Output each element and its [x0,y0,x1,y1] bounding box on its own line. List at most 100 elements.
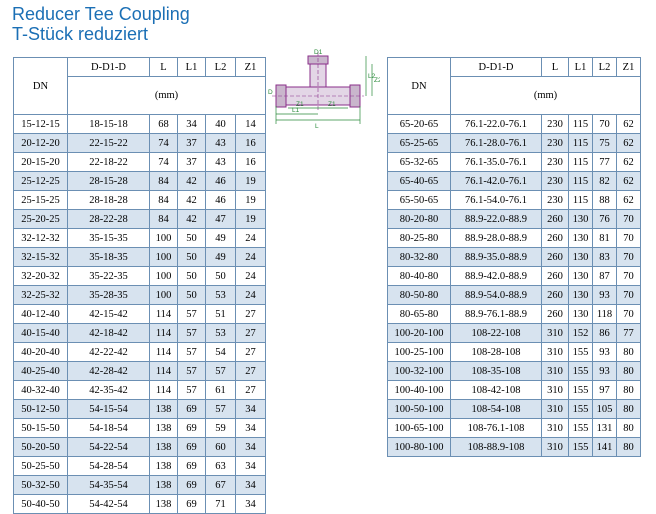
table-cell: 69 [177,399,206,419]
table-cell: 62 [616,190,641,210]
table-cell: 230 [541,133,569,153]
table-cell: 76.1-42.0-76.1 [450,171,542,191]
table-cell: 155 [568,437,593,457]
table-row: 65-32-65 76.1-35.0-76.1 230 115 77 62 [387,152,641,172]
table-cell: 76.1-35.0-76.1 [450,152,542,172]
table-row: 50-15-50 54-18-54 138 69 59 34 [13,418,266,438]
table-cell: 230 [541,114,569,134]
table-cell: 93 [592,285,617,305]
table-cell: 80 [616,380,641,400]
table-cell: 61 [205,380,236,400]
table-cell: 100-32-100 [387,361,451,381]
table-cell: 34 [235,418,266,438]
table-cell: 24 [235,228,266,248]
table-cell: 27 [235,304,266,324]
table-cell: 69 [177,418,206,438]
table-cell: 310 [541,399,569,419]
table-cell: 138 [149,418,178,438]
table-row: 40-25-40 42-28-42 114 57 57 27 [13,361,266,381]
table-row: 32-15-32 35-18-35 100 50 49 24 [13,247,266,267]
table-row: 80-65-80 88.9-76.1-88.9 260 130 118 70 [387,304,641,324]
table-cell: 57 [177,380,206,400]
table-cell: 65-20-65 [387,114,451,134]
table-cell: 46 [205,190,236,210]
table-cell: 68 [149,114,178,134]
table-cell: 57 [205,361,236,381]
table-cell: 18-15-18 [67,114,150,134]
table-cell: 46 [205,171,236,191]
table-cell: 49 [205,228,236,248]
table-cell: 82 [592,171,617,191]
table-cell: 50-32-50 [13,475,68,495]
table-cell: 27 [235,342,266,362]
header-z1: Z1 [235,57,266,77]
table-cell: 87 [592,266,617,286]
table-cell: 130 [568,285,593,305]
table-cell: 84 [149,209,178,229]
table-cell: 88.9-54.0-88.9 [450,285,542,305]
table-cell: 43 [205,152,236,172]
header-d-d1-d: D-D1-D [450,57,542,77]
table-cell: 67 [205,475,236,495]
tee-fitting-shape [272,52,364,110]
table-row: 100-80-100 108-88.9-108 310 155 141 80 [387,437,641,457]
table-row: 40-32-40 42-35-42 114 57 61 27 [13,380,266,400]
table-cell: 69 [177,475,206,495]
table-cell: 138 [149,475,178,495]
table-cell: 230 [541,190,569,210]
table-cell: 54-15-54 [67,399,150,419]
table-cell: 77 [616,323,641,343]
product-title-de: T-Stück reduziert [12,24,149,44]
table-cell: 34 [235,437,266,457]
tee-drawing-svg: D1 L2 Z2 Z1 Z1 L1 L D [268,49,382,130]
table-cell: 86 [592,323,617,343]
table-cell: 310 [541,323,569,343]
table-cell: 20-15-20 [13,152,68,172]
table-cell: 230 [541,152,569,172]
table-row: 80-32-80 88.9-35.0-88.9 260 130 83 70 [387,247,641,267]
table-cell: 16 [235,152,266,172]
table-cell: 63 [205,456,236,476]
product-title-en: Reducer Tee Coupling [12,4,190,24]
table-cell: 32-15-32 [13,247,68,267]
table-row: 100-32-100 108-35-108 310 155 93 80 [387,361,641,381]
spec-table-left: DN D-D1-D L L1 L2 Z1 (mm) 15-12-15 18-15-… [13,57,266,514]
table-cell: 54-35-54 [67,475,150,495]
header-l: L [541,57,569,77]
table-cell: 27 [235,323,266,343]
table-cell: 108-54-108 [450,399,542,419]
table-cell: 47 [205,209,236,229]
table-cell: 260 [541,247,569,267]
table-cell: 100-40-100 [387,380,451,400]
table-cell: 100-25-100 [387,342,451,362]
tee-diagram: D1 L2 Z2 Z1 Z1 L1 L D [268,48,382,132]
table-cell: 24 [235,285,266,305]
table-cell: 65-32-65 [387,152,451,172]
table-cell: 115 [568,152,593,172]
table-cell: 50-40-50 [13,494,68,514]
table-cell: 70 [616,304,641,324]
table-right-body: 65-20-65 76.1-22.0-76.1 230 115 70 62 65-25-65… [387,114,641,457]
table-cell: 155 [568,342,593,362]
table-cell: 54-18-54 [67,418,150,438]
table-cell: 310 [541,418,569,438]
table-cell: 310 [541,437,569,457]
table-cell: 100-50-100 [387,399,451,419]
label-d1: D1 [314,49,323,56]
table-cell: 35-18-35 [67,247,150,267]
table-cell: 40-32-40 [13,380,68,400]
header-d-d1-d: D-D1-D [67,57,150,77]
table-cell: 22-15-22 [67,133,150,153]
table-cell: 88.9-76.1-88.9 [450,304,542,324]
table-cell: 230 [541,171,569,191]
table-row: 50-25-50 54-28-54 138 69 63 34 [13,456,266,476]
table-cell: 138 [149,437,178,457]
table-row: 65-50-65 76.1-54.0-76.1 230 115 88 62 [387,190,641,210]
table-cell: 80 [616,361,641,381]
table-row: 100-25-100 108-28-108 310 155 93 80 [387,342,641,362]
table-row: 65-40-65 76.1-42.0-76.1 230 115 82 62 [387,171,641,191]
header-z1: Z1 [616,57,641,77]
table-cell: 34 [235,456,266,476]
table-cell: 115 [568,114,593,134]
table-cell: 81 [592,228,617,248]
